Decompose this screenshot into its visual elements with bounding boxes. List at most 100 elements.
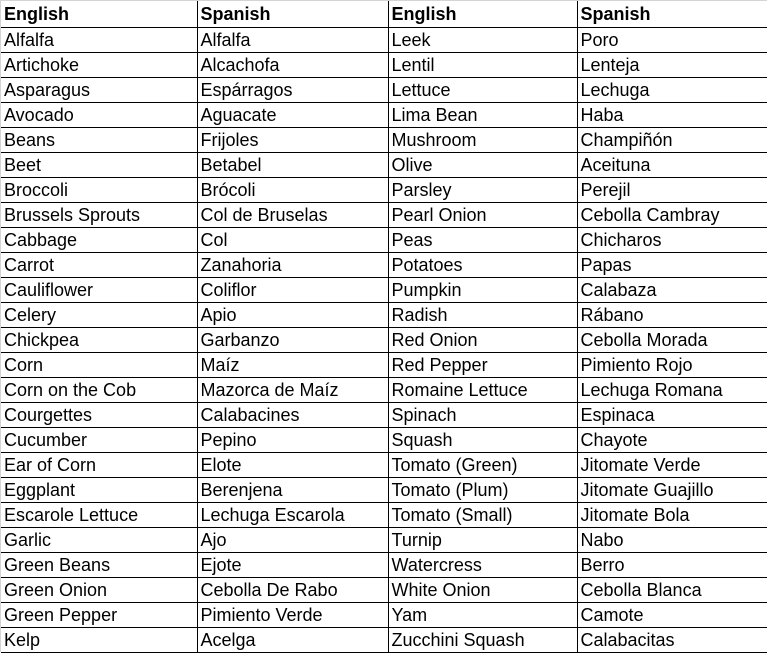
header-english-2: English bbox=[388, 1, 578, 28]
english-cell: Yam bbox=[388, 602, 578, 628]
spanish-cell: Jitomate Verde bbox=[577, 452, 767, 478]
english-cell: Lettuce bbox=[388, 77, 578, 103]
spanish-cell: Espárragos bbox=[197, 77, 389, 103]
table-row: Green Beans Ejote Watercress Berro bbox=[1, 552, 767, 578]
spanish-cell: Jitomate Bola bbox=[577, 502, 767, 528]
table-row: Courgettes Calabacines Spinach Espinaca bbox=[1, 402, 767, 428]
spanish-cell: Zanahoria bbox=[197, 252, 389, 278]
table-row: Alfalfa Alfalfa Leek Poro bbox=[1, 27, 767, 53]
table-row: Cabbage Col Peas Chicharos bbox=[1, 227, 767, 253]
spanish-cell: Elote bbox=[197, 452, 389, 478]
spanish-cell: Alcachofa bbox=[197, 52, 389, 78]
table-body: Alfalfa Alfalfa Leek Poro Artichoke Alcachofa… bbox=[1, 27, 767, 653]
english-cell: Ear of Corn bbox=[1, 452, 198, 478]
english-cell: Watercress bbox=[388, 552, 578, 578]
english-cell: Squash bbox=[388, 427, 578, 453]
table-row: Corn on the Cob Mazorca de Maíz Romaine Le… bbox=[1, 377, 767, 403]
spanish-cell: Camote bbox=[577, 602, 767, 628]
table-row: Green Onion Cebolla De Rabo White Onion Ceb… bbox=[1, 577, 767, 603]
english-cell: Red Onion bbox=[388, 327, 578, 353]
spanish-cell: Calabacines bbox=[197, 402, 389, 428]
spanish-cell: Brócoli bbox=[197, 177, 389, 203]
english-cell: Spinach bbox=[388, 402, 578, 428]
table-row: Broccoli Brócoli Parsley Perejil bbox=[1, 177, 767, 203]
spanish-cell: Espinaca bbox=[577, 402, 767, 428]
english-cell: Red Pepper bbox=[388, 352, 578, 378]
english-cell: Olive bbox=[388, 152, 578, 178]
spanish-cell: Cebolla Morada bbox=[577, 327, 767, 353]
spanish-cell: Pimiento Rojo bbox=[577, 352, 767, 378]
english-cell: Peas bbox=[388, 227, 578, 253]
table-row: Avocado Aguacate Lima Bean Haba bbox=[1, 102, 767, 128]
table-row: Kelp Acelga Zucchini Squash Calabacitas bbox=[1, 627, 767, 653]
spanish-cell: Cebolla De Rabo bbox=[197, 577, 389, 603]
english-cell: Corn bbox=[1, 352, 198, 378]
english-cell: Asparagus bbox=[1, 77, 198, 103]
header-english-1: English bbox=[1, 1, 198, 28]
english-cell: Lima Bean bbox=[388, 102, 578, 128]
spanish-cell: Maíz bbox=[197, 352, 389, 378]
spanish-cell: Champiñón bbox=[577, 127, 767, 153]
english-cell: White Onion bbox=[388, 577, 578, 603]
english-cell: Lentil bbox=[388, 52, 578, 78]
english-cell: Potatoes bbox=[388, 252, 578, 278]
english-cell: Avocado bbox=[1, 102, 198, 128]
english-cell: Leek bbox=[388, 27, 578, 53]
spanish-cell: Lechuga Escarola bbox=[197, 502, 389, 528]
spanish-cell: Aguacate bbox=[197, 102, 389, 128]
table-row: Artichoke Alcachofa Lentil Lenteja bbox=[1, 52, 767, 78]
english-cell: Tomato (Green) bbox=[388, 452, 578, 478]
english-cell: Romaine Lettuce bbox=[388, 377, 578, 403]
english-cell: Alfalfa bbox=[1, 27, 198, 53]
english-cell: Green Onion bbox=[1, 577, 198, 603]
table-row: Chickpea Garbanzo Red Onion Cebolla Morada bbox=[1, 327, 767, 353]
english-cell: Cauliflower bbox=[1, 277, 198, 303]
english-cell: Brussels Sprouts bbox=[1, 202, 198, 228]
header-spanish-2: Spanish bbox=[577, 1, 767, 28]
english-cell: Radish bbox=[388, 302, 578, 328]
english-cell: Broccoli bbox=[1, 177, 198, 203]
table-row: Ear of Corn Elote Tomato (Green) Jitomate V… bbox=[1, 452, 767, 478]
english-cell: Pumpkin bbox=[388, 277, 578, 303]
spanish-cell: Berenjena bbox=[197, 477, 389, 503]
table-row: Escarole Lettuce Lechuga Escarola Tomato (… bbox=[1, 502, 767, 528]
spanish-cell: Pimiento Verde bbox=[197, 602, 389, 628]
english-cell: Tomato (Plum) bbox=[388, 477, 578, 503]
table-row: Cucumber Pepino Squash Chayote bbox=[1, 427, 767, 453]
spanish-cell: Lechuga bbox=[577, 77, 767, 103]
header-spanish-1: Spanish bbox=[197, 1, 389, 28]
spanish-cell: Coliflor bbox=[197, 277, 389, 303]
spanish-cell: Ajo bbox=[197, 527, 389, 553]
spanish-cell: Apio bbox=[197, 302, 389, 328]
spanish-cell: Lechuga Romana bbox=[577, 377, 767, 403]
spanish-cell: Cebolla Blanca bbox=[577, 577, 767, 603]
spanish-cell: Jitomate Guajillo bbox=[577, 477, 767, 503]
table-row: Garlic Ajo Turnip Nabo bbox=[1, 527, 767, 553]
header-row: English Spanish English Spanish bbox=[1, 1, 767, 28]
english-cell: Tomato (Small) bbox=[388, 502, 578, 528]
spanish-cell: Alfalfa bbox=[197, 27, 389, 53]
spanish-cell: Betabel bbox=[197, 152, 389, 178]
spanish-cell: Poro bbox=[577, 27, 767, 53]
english-cell: Courgettes bbox=[1, 402, 198, 428]
english-cell: Celery bbox=[1, 302, 198, 328]
vegetable-translation-table: English Spanish English Spanish Alfalfa A… bbox=[1, 1, 767, 653]
english-cell: Garlic bbox=[1, 527, 198, 553]
vocabulary-sheet: English Spanish English Spanish Alfalfa A… bbox=[0, 0, 767, 653]
spanish-cell: Mazorca de Maíz bbox=[197, 377, 389, 403]
table-row: Eggplant Berenjena Tomato (Plum) Jitomate G… bbox=[1, 477, 767, 503]
spanish-cell: Aceituna bbox=[577, 152, 767, 178]
spanish-cell: Nabo bbox=[577, 527, 767, 553]
english-cell: Cucumber bbox=[1, 427, 198, 453]
spanish-cell: Col de Bruselas bbox=[197, 202, 389, 228]
spanish-cell: Haba bbox=[577, 102, 767, 128]
spanish-cell: Garbanzo bbox=[197, 327, 389, 353]
english-cell: Turnip bbox=[388, 527, 578, 553]
english-cell: Cabbage bbox=[1, 227, 198, 253]
english-cell: Carrot bbox=[1, 252, 198, 278]
spanish-cell: Papas bbox=[577, 252, 767, 278]
spanish-cell: Cebolla Cambray bbox=[577, 202, 767, 228]
spanish-cell: Berro bbox=[577, 552, 767, 578]
english-cell: Green Pepper bbox=[1, 602, 198, 628]
spanish-cell: Lenteja bbox=[577, 52, 767, 78]
